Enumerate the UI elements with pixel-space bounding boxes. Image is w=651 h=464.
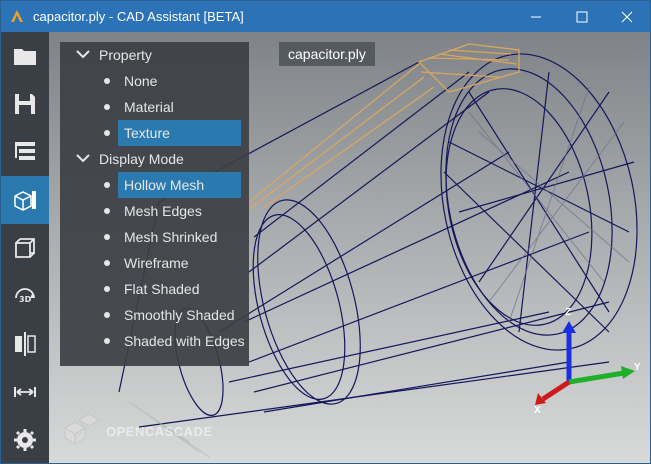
option-label: Flat Shaded: [124, 281, 200, 297]
open-file-button[interactable]: [1, 32, 49, 80]
display-mode-group-header[interactable]: Display Mode: [60, 146, 249, 172]
display-mode-icon: [14, 191, 36, 211]
option-label: Hollow Mesh: [124, 177, 205, 193]
option-label: Smoothly Shaded: [124, 307, 235, 323]
display-mode-option-mesh-edges[interactable]: Mesh Edges: [60, 198, 249, 224]
clipping-icon: [15, 332, 36, 356]
property-option-texture[interactable]: Texture: [60, 120, 249, 146]
save-icon: [15, 94, 35, 114]
watermark-text: OPENCASCADE: [106, 424, 213, 439]
bullet-icon: [104, 286, 110, 292]
property-label: Property: [99, 47, 152, 63]
bullet-icon: [104, 208, 110, 214]
close-button[interactable]: [604, 1, 650, 32]
display-options-panel: Property None Material Texture Display M…: [60, 42, 249, 366]
option-label: Material: [124, 99, 174, 115]
minimize-button[interactable]: [513, 1, 559, 32]
property-group-header[interactable]: Property: [60, 42, 249, 68]
chevron-down-icon: [76, 154, 90, 163]
save-button[interactable]: [1, 80, 49, 128]
window-title: capacitor.ply - CAD Assistant [BETA]: [33, 9, 244, 24]
bullet-icon: [104, 104, 110, 110]
settings-button[interactable]: [1, 416, 49, 464]
wireframe-view-button[interactable]: [1, 224, 49, 272]
bullet-icon: [104, 182, 110, 188]
model-tree-icon: [15, 142, 35, 160]
option-label: Texture: [124, 125, 170, 141]
display-mode-button[interactable]: [1, 176, 49, 224]
axis-x-label: X: [534, 405, 541, 416]
display-mode-option-wireframe[interactable]: Wireframe: [60, 250, 249, 276]
close-icon: [621, 11, 633, 22]
measure-button[interactable]: [1, 368, 49, 416]
option-label: Wireframe: [124, 255, 189, 271]
property-option-none[interactable]: None: [60, 68, 249, 94]
option-label: None: [124, 73, 158, 89]
wireframe-cube-icon: [15, 238, 35, 258]
title-bar: capacitor.ply - CAD Assistant [BETA]: [1, 1, 650, 32]
app-window: capacitor.ply - CAD Assistant [BETA] 3D: [0, 0, 651, 464]
opencascade-watermark: OPENCASCADE: [61, 412, 212, 452]
folder-icon: [14, 49, 36, 65]
bullet-icon: [104, 130, 110, 136]
display-mode-option-mesh-shrinked[interactable]: Mesh Shrinked: [60, 224, 249, 250]
minimize-icon: [531, 16, 541, 17]
model-tree-button[interactable]: [1, 128, 49, 176]
axis-z-label: Z: [565, 307, 572, 318]
axis-triad: Z Y X: [529, 307, 649, 417]
app-logo-icon: [11, 10, 23, 22]
option-label: Mesh Shrinked: [124, 229, 218, 245]
svg-text:3D: 3D: [19, 295, 32, 304]
bullet-icon: [104, 78, 110, 84]
display-mode-option-flat-shaded[interactable]: Flat Shaded: [60, 276, 249, 302]
axis-y-label: Y: [634, 362, 641, 373]
display-mode-option-shaded-with-edges[interactable]: Shaded with Edges: [60, 328, 249, 354]
clipping-button[interactable]: [1, 320, 49, 368]
chevron-down-icon: [76, 50, 90, 59]
bullet-icon: [104, 338, 110, 344]
bullet-icon: [104, 234, 110, 240]
left-toolbar: 3D: [1, 32, 49, 463]
display-mode-option-smoothly-shaded[interactable]: Smoothly Shaded: [60, 302, 249, 328]
maximize-icon: [576, 11, 588, 22]
bullet-icon: [104, 312, 110, 318]
axis-triad-graphic: [535, 321, 635, 405]
display-mode-label: Display Mode: [99, 151, 184, 167]
property-option-material[interactable]: Material: [60, 94, 249, 120]
measure-icon: [14, 387, 36, 397]
display-mode-option-hollow-mesh[interactable]: Hollow Mesh: [60, 172, 249, 198]
option-label: Shaded with Edges: [124, 333, 245, 349]
opencascade-logo-icon: [64, 413, 100, 445]
view-3d-button[interactable]: 3D: [1, 272, 49, 320]
bullet-icon: [104, 260, 110, 266]
settings-icon: [14, 429, 36, 451]
filename-label: capacitor.ply: [279, 42, 375, 66]
maximize-button[interactable]: [559, 1, 605, 32]
view-3d-icon: 3D: [15, 288, 35, 304]
option-label: Mesh Edges: [124, 203, 202, 219]
3d-viewport[interactable]: capacitor.ply Property None Material Tex…: [49, 32, 650, 463]
